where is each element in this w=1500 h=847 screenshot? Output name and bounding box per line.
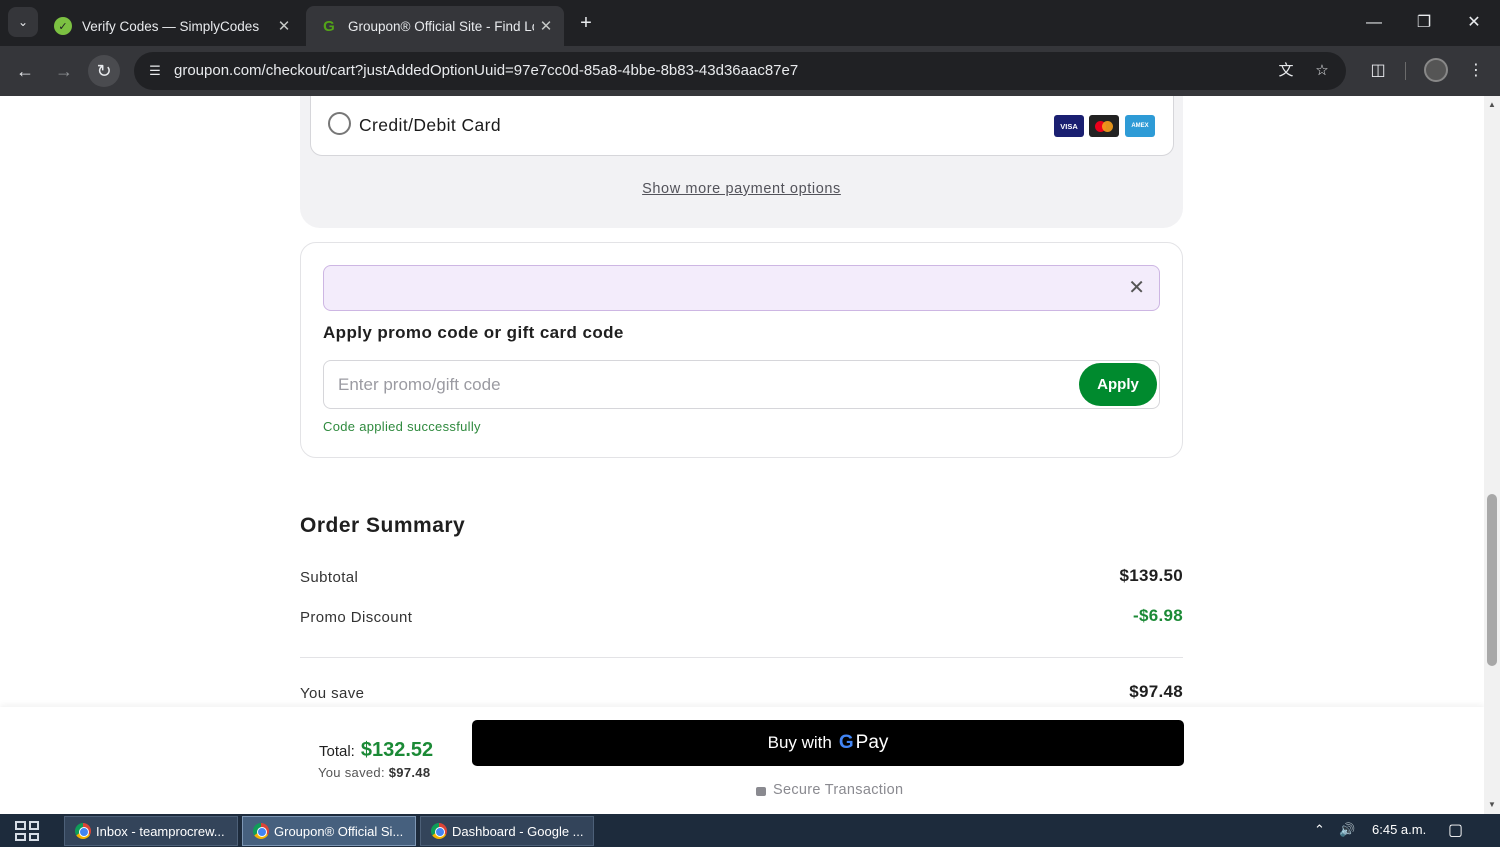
scroll-down-arrow-icon[interactable]: ▼ xyxy=(1484,800,1500,809)
close-banner-icon[interactable]: ✕ xyxy=(1128,276,1145,300)
close-tab-icon[interactable]: ✕ xyxy=(534,17,558,35)
clock-time[interactable]: 6:45 a.m. xyxy=(1372,822,1426,837)
checkout-page: Credit/Debit Card VISA AMEX Show more pa… xyxy=(0,96,1484,814)
taskbar-item-label: Dashboard - Google ... xyxy=(452,823,584,839)
browser-tab-strip: ⌄ ✓ Verify Codes — SimplyCodes ✕ G Group… xyxy=(0,0,1500,46)
mastercard-icon xyxy=(1089,115,1119,137)
summary-divider xyxy=(300,657,1183,658)
profile-avatar[interactable] xyxy=(1424,58,1448,82)
address-bar[interactable]: ☰ groupon.com/checkout/cart?justAddedOpt… xyxy=(134,52,1346,90)
secure-label: Secure Transaction xyxy=(773,782,904,798)
saved-line: You saved: $97.48 xyxy=(318,765,430,780)
order-summary-title: Order Summary xyxy=(300,514,466,537)
promo-banner: ✕ xyxy=(323,265,1160,311)
toolbar-divider xyxy=(1405,62,1406,80)
back-arrow-icon[interactable]: ← xyxy=(9,55,41,87)
amex-icon: AMEX xyxy=(1125,115,1155,137)
site-settings-icon[interactable]: ☰ xyxy=(142,58,168,84)
total-line: Total: $132.52 xyxy=(319,739,433,762)
buy-with-google-pay-button[interactable]: Buy with G Pay xyxy=(472,720,1184,766)
scroll-up-arrow-icon[interactable]: ▲ xyxy=(1484,100,1500,109)
summary-row-subtotal: Subtotal $139.50 xyxy=(300,566,1183,590)
summary-value: $139.50 xyxy=(1119,566,1183,585)
summary-label: You save xyxy=(300,685,365,702)
total-label: Total: xyxy=(319,743,355,760)
taskbar-item-dashboard[interactable]: Dashboard - Google ... xyxy=(420,816,594,846)
groupon-favicon-icon: G xyxy=(323,17,335,35)
volume-icon[interactable]: 🔊 xyxy=(1339,822,1355,838)
minimize-icon[interactable]: — xyxy=(1356,8,1392,38)
chrome-icon xyxy=(431,823,447,839)
show-more-payment-options-link[interactable]: Show more payment options xyxy=(300,181,1183,197)
taskbar-item-inbox[interactable]: Inbox - teamprocrew... xyxy=(64,816,238,846)
new-tab-plus-icon[interactable]: + xyxy=(574,10,598,36)
tab-title: Groupon® Official Site - Find Lo xyxy=(348,18,534,34)
summary-label: Subtotal xyxy=(300,569,359,586)
taskbar-item-groupon[interactable]: Groupon® Official Si... xyxy=(242,816,416,846)
visa-icon: VISA xyxy=(1054,115,1084,137)
promo-code-section: ✕ Apply promo code or gift card code App… xyxy=(300,242,1183,458)
credit-card-option[interactable]: Credit/Debit Card VISA AMEX xyxy=(310,96,1174,156)
url-text[interactable]: groupon.com/checkout/cart?justAddedOptio… xyxy=(174,62,798,79)
translate-icon[interactable]: 文 xyxy=(1274,59,1298,83)
window-close-icon[interactable]: ✕ xyxy=(1456,8,1492,38)
saved-value: $97.48 xyxy=(388,765,431,780)
tray-chevron-up-icon[interactable]: ⌃ xyxy=(1314,822,1325,838)
payment-methods-section: Credit/Debit Card VISA AMEX Show more pa… xyxy=(300,96,1183,228)
total-value: $132.52 xyxy=(360,739,434,761)
page-scrollbar[interactable]: ▲ ▼ xyxy=(1484,96,1500,814)
bookmark-star-icon[interactable]: ☆ xyxy=(1310,59,1334,83)
simplycodes-favicon-icon: ✓ xyxy=(54,17,72,35)
notifications-icon[interactable]: ▢ xyxy=(1448,820,1463,840)
reload-icon[interactable]: ↻ xyxy=(88,55,120,87)
google-g-icon: G xyxy=(838,732,854,753)
taskbar-item-label: Groupon® Official Si... xyxy=(274,823,404,839)
more-menu-icon[interactable]: ⋮ xyxy=(1463,58,1489,84)
restore-icon[interactable]: ❐ xyxy=(1406,8,1442,38)
extensions-puzzle-icon[interactable]: ◫ xyxy=(1365,58,1391,84)
start-grid-icon[interactable] xyxy=(15,821,39,841)
promo-input-wrapper: Apply xyxy=(323,360,1160,409)
close-tab-icon[interactable]: ✕ xyxy=(272,17,296,35)
secure-transaction-note: Secure Transaction xyxy=(756,782,903,798)
taskbar-item-label: Inbox - teamprocrew... xyxy=(96,823,225,839)
summary-label: Promo Discount xyxy=(300,609,413,626)
windows-taskbar: Inbox - teamprocrew... Groupon® Official… xyxy=(0,814,1500,847)
tab-title: Verify Codes — SimplyCodes xyxy=(82,18,260,34)
apply-promo-button[interactable]: Apply xyxy=(1079,363,1157,406)
gpay-pay-label: Pay xyxy=(855,732,889,753)
promo-section-title: Apply promo code or gift card code xyxy=(323,323,624,342)
summary-value: $97.48 xyxy=(1129,682,1183,701)
promo-success-message: Code applied successfully xyxy=(323,419,481,434)
chrome-icon xyxy=(75,823,91,839)
checkout-footer-bar: Total: $132.52 You saved: $97.48 Buy wit… xyxy=(0,707,1484,814)
lock-icon xyxy=(756,786,766,796)
promo-code-input[interactable] xyxy=(338,373,1038,397)
scrollbar-thumb[interactable] xyxy=(1487,494,1497,666)
credit-card-radio[interactable] xyxy=(328,112,351,135)
credit-card-label: Credit/Debit Card xyxy=(359,115,501,135)
tab-simplycodes[interactable]: ✓ Verify Codes — SimplyCodes ✕ xyxy=(40,6,302,46)
tab-search-chevron-icon[interactable]: ⌄ xyxy=(8,7,38,37)
summary-value: -$6.98 xyxy=(1132,606,1183,625)
buy-with-label: Buy with xyxy=(767,733,832,752)
chrome-icon xyxy=(253,823,269,839)
summary-row-promo-discount: Promo Discount -$6.98 xyxy=(300,606,1183,630)
summary-row-you-save: You save $97.48 xyxy=(300,682,1183,706)
forward-arrow-icon[interactable]: → xyxy=(48,55,80,87)
tab-groupon[interactable]: G Groupon® Official Site - Find Lo ✕ xyxy=(306,6,564,46)
saved-label: You saved: xyxy=(318,765,385,780)
browser-toolbar: ← → ↻ ☰ groupon.com/checkout/cart?justAd… xyxy=(0,46,1500,96)
